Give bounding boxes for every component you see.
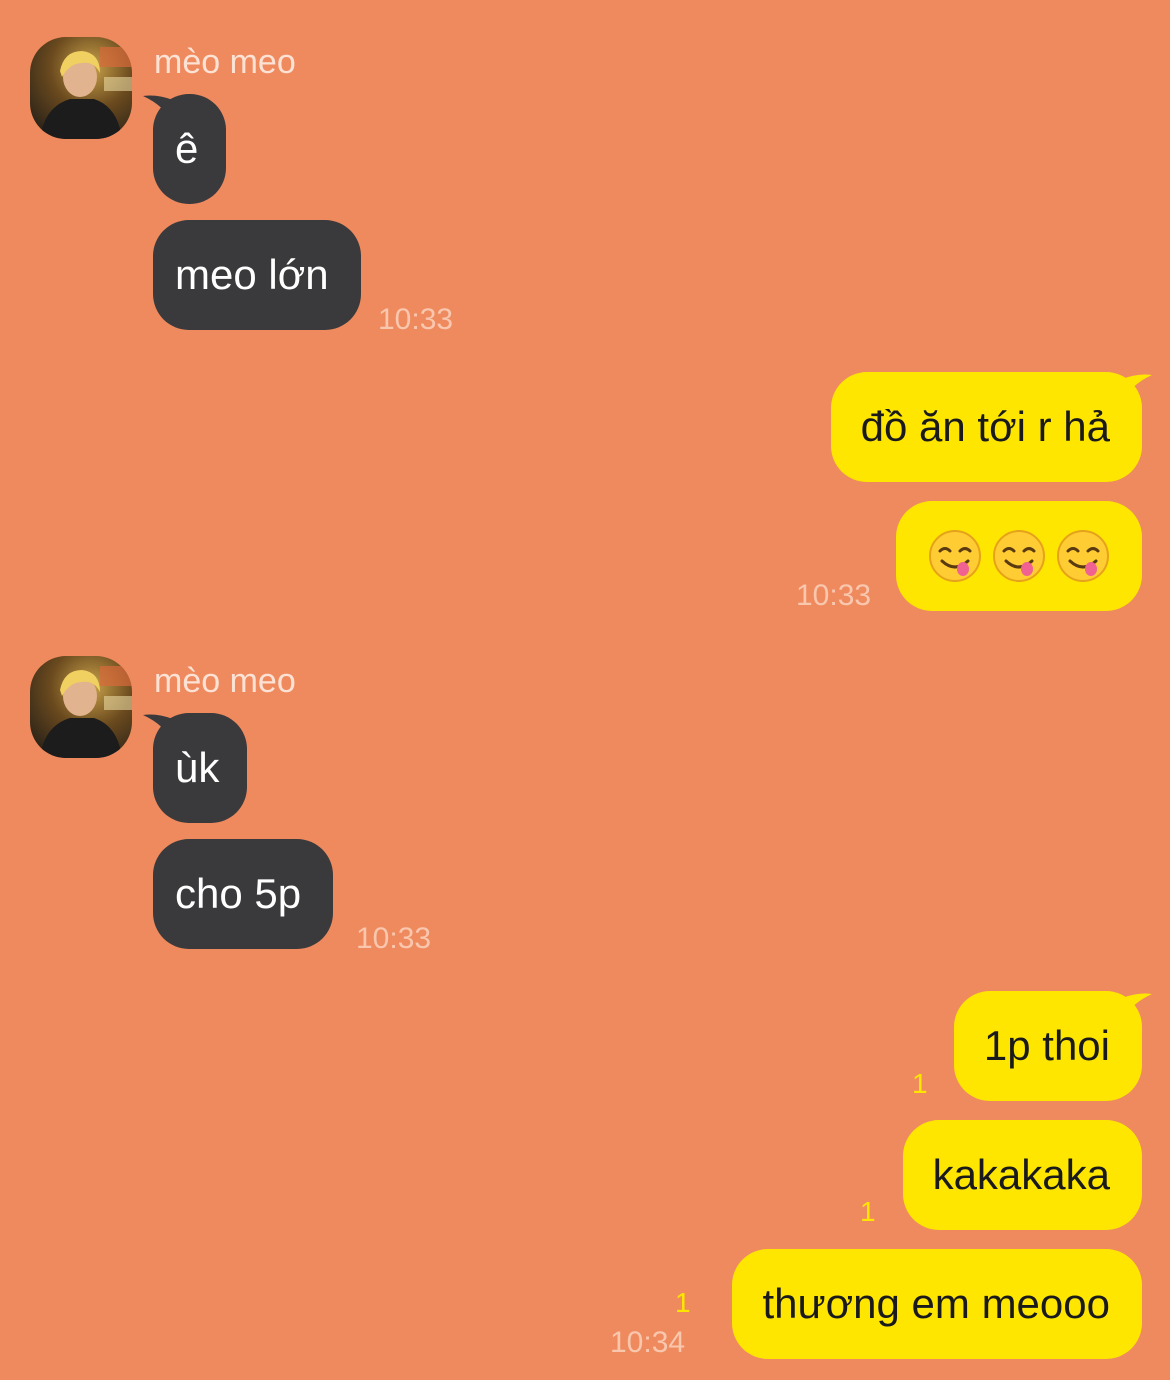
message-time: 10:33 <box>356 922 432 955</box>
message-text: đồ ăn tới r hả <box>860 403 1110 450</box>
sender-avatar[interactable] <box>30 37 132 139</box>
incoming-message[interactable]: cho 5p <box>153 839 334 949</box>
yum-face-icon <box>929 530 981 582</box>
message-text: ùk <box>175 744 220 791</box>
emoji-message <box>928 501 1110 611</box>
message-text: cho 5p <box>175 870 302 917</box>
incoming-message[interactable]: ùk <box>153 713 247 823</box>
message-text: 1p thoi <box>983 1022 1110 1069</box>
unread-count: 1 <box>860 1196 876 1227</box>
outgoing-message[interactable] <box>896 501 1142 611</box>
unread-count: 1 <box>912 1068 928 1099</box>
yum-face-icon <box>993 530 1045 582</box>
outgoing-message[interactable]: đồ ăn tới r hả <box>830 372 1142 482</box>
incoming-message[interactable]: ê <box>153 94 226 204</box>
sender-name: mèo meo <box>154 43 296 81</box>
message-time: 10:34 <box>610 1326 686 1359</box>
incoming-message[interactable]: meo lớn <box>153 220 361 330</box>
outgoing-message[interactable]: kakakaka <box>902 1120 1142 1230</box>
outgoing-message[interactable]: 1p thoi <box>953 991 1142 1101</box>
chat-view: mèo meo ê meo lớn 10:33 đồ ăn tới r hả 1… <box>0 0 1170 1380</box>
sender-name: mèo meo <box>154 662 296 700</box>
message-time: 10:33 <box>796 579 872 612</box>
sender-avatar[interactable] <box>30 656 132 758</box>
message-text: thương em meooo <box>762 1280 1110 1327</box>
yum-face-icon <box>1057 530 1109 582</box>
message-time: 10:33 <box>378 303 454 336</box>
outgoing-message[interactable]: thương em meooo <box>732 1249 1142 1359</box>
message-text: meo lớn <box>175 251 329 298</box>
unread-count: 1 <box>675 1287 691 1318</box>
message-text: kakakaka <box>932 1151 1110 1198</box>
message-text: ê <box>175 125 199 172</box>
